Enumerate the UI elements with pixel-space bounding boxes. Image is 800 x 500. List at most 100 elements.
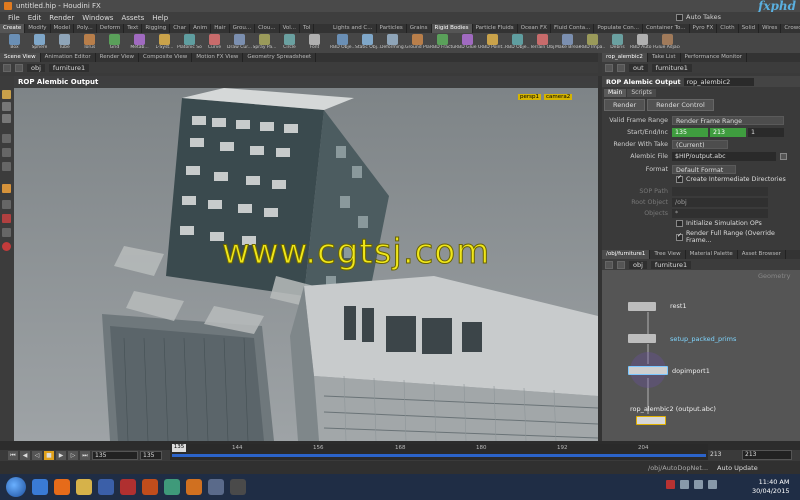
shelf-tool-0[interactable]: Box	[2, 33, 27, 53]
app-icon[interactable]	[230, 479, 246, 495]
node-dopimport1[interactable]	[628, 366, 668, 375]
render-button[interactable]: Render	[604, 99, 646, 111]
tab-motion-fx-view[interactable]: Motion FX View	[192, 53, 244, 62]
menu-assets[interactable]: Assets	[117, 14, 148, 22]
current-frame-field[interactable]: 135	[92, 451, 138, 460]
network-editor[interactable]	[602, 270, 800, 442]
tray-app-icon[interactable]	[666, 480, 675, 489]
auto-takes-checkbox[interactable]	[676, 13, 683, 21]
shelf-tab-8[interactable]: Container To...	[643, 24, 690, 33]
shelf-tool-12[interactable]: Font	[302, 33, 327, 53]
menu-render[interactable]: Render	[45, 14, 78, 22]
objects-field[interactable]: *	[672, 209, 768, 218]
tab-material-palette[interactable]: Material Palette	[686, 250, 738, 259]
root-object-field[interactable]: /obj	[672, 198, 768, 207]
shelf-tab-5[interactable]: Ocean FX	[518, 24, 551, 33]
magnet-icon[interactable]	[2, 228, 11, 237]
shelf-tab-9[interactable]: Hair	[211, 24, 230, 33]
shelf-tool-8[interactable]: Terrain Obj...	[530, 33, 555, 53]
camera-menu[interactable]: camera2	[544, 94, 573, 100]
shelf-tool-5[interactable]: RBD Glue O...	[455, 33, 480, 53]
houdini-icon[interactable]	[142, 479, 158, 495]
tab-asset-browser[interactable]: Asset Browser	[738, 250, 786, 259]
shelf-tab-13[interactable]: Tol	[300, 24, 315, 33]
scale-tool-icon[interactable]	[2, 134, 11, 143]
forward-icon[interactable]	[15, 63, 23, 72]
shelf-tool-2[interactable]: Deforming...	[380, 33, 405, 53]
end-frame-field[interactable]: 213	[710, 128, 746, 137]
app-icon[interactable]	[186, 479, 202, 495]
start-frame-field[interactable]: 135	[672, 128, 708, 137]
path-root-obj[interactable]: obj	[629, 260, 647, 269]
app-icon[interactable]	[120, 479, 136, 495]
back-icon[interactable]	[3, 63, 11, 72]
rotate-tool-icon[interactable]	[2, 114, 11, 123]
shelf-tool-9[interactable]: Draw Cur...	[227, 33, 252, 53]
subtab-main[interactable]: Main	[604, 89, 627, 97]
shelf-tool-4[interactable]: Grid	[102, 33, 127, 53]
start-button[interactable]	[6, 477, 26, 497]
render-full-range-toggle[interactable]: Render Full Range (Override Frame...	[676, 230, 800, 244]
tab-render-view[interactable]: Render View	[96, 53, 140, 62]
select-tool-icon[interactable]	[2, 90, 11, 99]
shelf-tab-11[interactable]: Solid	[739, 24, 760, 33]
render-region-icon[interactable]	[2, 242, 11, 251]
forward-icon[interactable]	[617, 260, 625, 269]
shelf-tool-11[interactable]: Circle	[277, 33, 302, 53]
menu-edit[interactable]: Edit	[24, 14, 46, 22]
menu-windows[interactable]: Windows	[78, 14, 117, 22]
start-frame-field[interactable]: 135	[140, 451, 162, 460]
tray-flag-icon[interactable]	[680, 480, 689, 489]
move-tool-icon[interactable]	[2, 102, 11, 111]
tab-composite-view[interactable]: Composite View	[139, 53, 193, 62]
tab-rop-alembic2[interactable]: rop_alembic2	[602, 53, 648, 62]
shelf-tool-6[interactable]: RBD Point...	[480, 33, 505, 53]
ie-icon[interactable]	[32, 479, 48, 495]
tab-performance-monitor[interactable]: Performance Monitor	[681, 53, 748, 62]
menu-help[interactable]: Help	[148, 14, 172, 22]
shelf-tab-8[interactable]: Anim	[190, 24, 212, 33]
shelf-tab-4[interactable]: Particle Fluids	[473, 24, 518, 33]
shelf-tool-3[interactable]: Torus	[77, 33, 102, 53]
tab-animation-editor[interactable]: Animation Editor	[41, 53, 96, 62]
go-to-end-icon[interactable]: ⏭	[80, 451, 90, 460]
shelf-tool-1[interactable]: Static Obj...	[355, 33, 380, 53]
render-with-take-dropdown[interactable]: (Current)	[672, 140, 728, 149]
shelf-tool-12[interactable]: RBD Auto F...	[630, 33, 655, 53]
create-dirs-toggle[interactable]: Create Intermediate Directories	[676, 176, 786, 183]
forward-icon[interactable]	[617, 63, 625, 72]
node-rest1[interactable]	[628, 302, 656, 311]
tray-volume-icon[interactable]	[708, 480, 717, 489]
app-icon[interactable]	[208, 479, 224, 495]
shelf-tab-11[interactable]: Clou...	[255, 24, 280, 33]
tab-network-furniture[interactable]: /obj/furniture1	[602, 250, 651, 259]
shelf-tab-6[interactable]: Fluid Conta...	[551, 24, 595, 33]
shelf-tab-13[interactable]: Crowds	[781, 24, 800, 33]
back-icon[interactable]	[605, 260, 613, 269]
shelf-tool-2[interactable]: Tube	[52, 33, 77, 53]
handle-tool-icon[interactable]	[2, 148, 11, 157]
create-dirs-checkbox[interactable]	[676, 176, 683, 183]
menu-file[interactable]: File	[4, 14, 24, 22]
init-sim-toggle[interactable]: Initialize Simulation OPs	[676, 220, 762, 227]
node-setup-packed-prims[interactable]	[628, 334, 656, 343]
pose-tool-icon[interactable]	[2, 162, 11, 171]
path-root-out[interactable]: out	[629, 63, 648, 72]
shelf-tab-2[interactable]: Grains	[407, 24, 432, 33]
node-name-field[interactable]: rop_alembic2	[683, 77, 754, 86]
shelf-tab-2[interactable]: Model	[51, 24, 75, 33]
shelf-tool-10[interactable]: RBD Impa...	[580, 33, 605, 53]
play-reverse-icon[interactable]: ◁	[32, 451, 42, 460]
path-node-furniture[interactable]: furniture1	[651, 63, 692, 72]
folder-icon[interactable]	[76, 479, 92, 495]
end-frame-field[interactable]: 213	[742, 450, 792, 460]
subtab-scripts[interactable]: Scripts	[627, 89, 656, 97]
increment-field[interactable]: 1	[748, 128, 784, 137]
path-node-furniture[interactable]: furniture1	[48, 63, 90, 72]
shelf-tool-7[interactable]: RBD Obje...	[505, 33, 530, 53]
sop-path-field[interactable]	[672, 187, 768, 196]
back-icon[interactable]	[605, 63, 613, 72]
tab-tree-view[interactable]: Tree View	[650, 250, 686, 259]
shelf-tab-12[interactable]: Wires	[759, 24, 782, 33]
shelf-tab-9[interactable]: Pyro FX	[690, 24, 718, 33]
